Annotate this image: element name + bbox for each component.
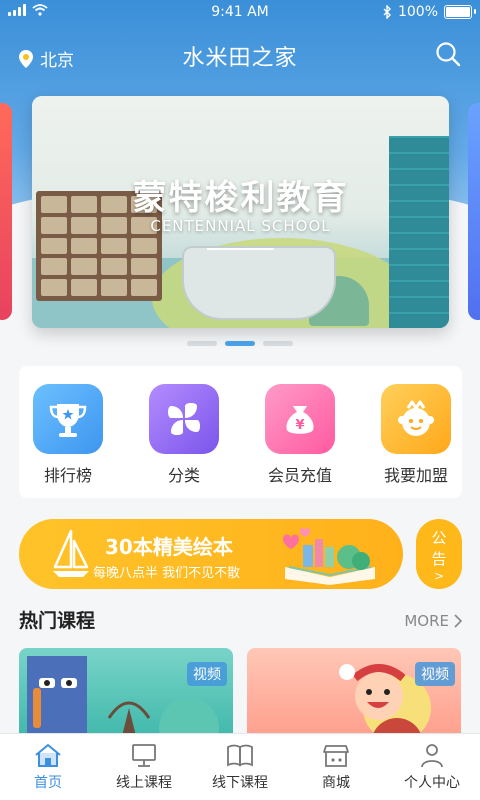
money-bag-icon: ¥ [265, 384, 335, 454]
join-icon [381, 384, 451, 454]
page-title: 水米田之家 [182, 46, 298, 71]
battery-icon [444, 5, 476, 19]
banner-carousel[interactable]: 蒙特梭利教育 CENTENNIAL SCHOOL [32, 96, 449, 328]
tab-offline-courses[interactable]: 线下课程 [192, 734, 288, 800]
tab-online-courses[interactable]: 线上课程 [96, 734, 192, 800]
notice-button[interactable]: 公 告 > [416, 519, 462, 589]
search-icon[interactable] [434, 40, 462, 68]
carousel-dot[interactable] [187, 341, 217, 346]
next-banner-peek[interactable] [468, 103, 480, 320]
battery-percent: 100% [397, 4, 438, 20]
banner-underline [207, 248, 274, 250]
monitor-icon [132, 744, 156, 767]
tab-home[interactable]: 首页 [0, 734, 96, 800]
banner-subtitle: CENTENNIAL SCHOOL [150, 217, 331, 235]
menu-label: 分类 [167, 466, 200, 485]
video-badge: 视频 [415, 662, 455, 686]
more-link[interactable]: MORE [404, 612, 462, 630]
category-icon [149, 384, 219, 454]
tab-profile[interactable]: 个人中心 [384, 734, 480, 800]
bluetooth-icon [383, 5, 391, 19]
menu-item-ranking[interactable]: 排行榜 [23, 384, 113, 486]
menu-label: 我要加盟 [383, 466, 448, 485]
svg-text:¥: ¥ [295, 418, 304, 433]
promo-subtitle: 每晚八点半 我们不见不散 [93, 566, 241, 581]
picture-book-illustration [283, 528, 375, 585]
tab-shop[interactable]: 商城 [288, 734, 384, 800]
promo-banner[interactable]: 30本精美绘本 每晚八点半 我们不见不散 [19, 519, 403, 589]
promo-title: 30本精美绘本 [105, 535, 233, 559]
menu-item-join[interactable]: 我要加盟 [371, 384, 461, 486]
menu-item-recharge[interactable]: ¥ 会员充值 [255, 384, 345, 486]
menu-item-category[interactable]: 分类 [139, 384, 229, 486]
chevron-right-icon: > [433, 569, 445, 583]
menu-label: 排行榜 [43, 466, 92, 485]
shop-icon [323, 745, 349, 767]
carousel-indicator [0, 341, 480, 346]
user-icon [421, 744, 443, 768]
chevron-right-icon [454, 614, 462, 628]
prev-banner-peek[interactable] [0, 103, 12, 320]
carousel-dot[interactable] [263, 341, 293, 346]
menu-label: 会员充值 [267, 466, 332, 485]
video-badge: 视频 [187, 662, 227, 686]
quick-menu: 排行榜 分类 ¥ 会员充值 我要加盟 [19, 366, 462, 498]
status-bar: 9:41 AM 100% [0, 0, 480, 26]
top-nav: 北京 水米田之家 [0, 36, 480, 76]
trophy-icon [33, 384, 103, 454]
home-icon [35, 744, 61, 767]
bottom-tab-bar: 首页 线上课程 线下课程 商城 个人中心 [0, 733, 480, 800]
carousel-dot[interactable] [225, 341, 255, 346]
book-icon [227, 744, 253, 767]
section-title: 热门课程 [19, 610, 96, 632]
sailboat-icon [53, 529, 89, 577]
banner-headline: 蒙特梭利教育 [132, 178, 349, 218]
